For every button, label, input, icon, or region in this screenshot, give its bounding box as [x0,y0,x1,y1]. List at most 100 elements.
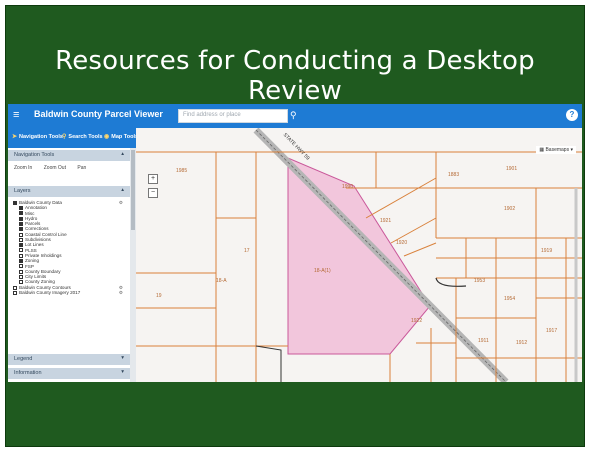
slide: Resources for Conducting a Desktop Revie… [5,5,585,447]
layer-label: FSP [25,263,34,269]
panel-information[interactable]: Information ▾ [8,368,130,379]
app-titlebar: ≡ Baldwin County Parcel Viewer Find addr… [8,104,582,128]
layer-checkbox[interactable] [19,243,23,248]
parcel-label: 1883 [448,172,460,178]
layer-label: Lot Lines [25,242,44,248]
layer-checkbox[interactable] [19,269,23,274]
layer-checkbox[interactable] [19,232,23,237]
sidebar: Navigation Tools ▴ Zoom In Zoom Out Pan L… [8,148,131,382]
layer-checkbox[interactable] [19,206,23,211]
layer-label: Baldwin County Contours [19,284,71,290]
parcel-label: 17 [244,248,250,254]
panel-label: Navigation Tools [14,152,55,158]
parcel-label: 18-A(1) [314,268,331,274]
parcel-label: 1920 [396,240,408,246]
app-title: Baldwin County Parcel Viewer [34,109,163,119]
parcel-label: 1912 [516,340,528,346]
layer-label: Zoning [25,258,40,264]
zoom-in-button[interactable]: + [148,174,158,184]
parcel-label: 1919 [541,248,553,254]
layer-label: Private Inholdings [25,252,62,258]
help-icon[interactable]: ? [566,109,578,121]
basemap-icon: ▦ [539,147,545,153]
nav-tools-row: Zoom In Zoom Out Pan [14,165,96,171]
map-icon: ◉ [104,134,110,140]
layer-label: Annotation [25,205,47,211]
parcel-label: 1921 [380,218,392,224]
map-tools-button[interactable]: ◉ Map Tools [104,133,138,140]
gear-icon[interactable]: ⚙ [119,290,123,295]
panel-layers[interactable]: Layers ▴ [8,186,130,197]
layer-label: PLSS [25,247,37,253]
parcel-label: 18-A [216,278,227,284]
parcel-label: 1917 [546,328,558,334]
slide-footer-band [8,382,582,446]
layer-label: County Boundary [25,268,61,274]
layer-checkbox[interactable] [19,280,23,285]
zoom-out-tool[interactable]: Zoom Out [44,165,66,171]
parcel-label: 1922 [411,318,423,324]
layer-checkbox[interactable] [19,253,23,258]
map-tools-label: Map Tools [111,134,139,140]
layer-label: Hydro [25,215,38,221]
zoom-out-button[interactable]: − [148,188,158,198]
navigation-tools-label: Navigation Tools [19,134,63,140]
layer-checkbox[interactable] [19,221,23,226]
layer-checkbox[interactable] [19,227,23,232]
tool-bar: ➤ Navigation Tools ⚲ Search Tools ◉ Map Too… [8,128,142,148]
layer-checkbox[interactable] [19,274,23,279]
chevron-down-icon: ▾ [121,355,124,361]
panel-label: Information [14,370,42,376]
parcel-label: 1953 [474,278,486,284]
layer-label: County Zoning [25,279,55,285]
slide-title: Resources for Conducting a Desktop Revie… [55,46,535,106]
zoom-in-tool[interactable]: Zoom In [14,165,32,171]
panel-label: Layers [14,188,31,194]
parcel-viewer-screenshot: ≡ Baldwin County Parcel Viewer Find addr… [8,104,582,382]
scroll-thumb[interactable] [131,150,135,230]
search-tools-button[interactable]: ⚲ Search Tools [62,133,103,140]
layer-label: Parcels [25,221,41,227]
layer-checkbox[interactable] [19,216,23,221]
chevron-down-icon: ▾ [121,369,124,375]
magnify-icon: ⚲ [62,134,67,140]
layer-list: Baldwin County Data ⚙ Annotation Misc Hydro P… [13,200,127,295]
layer-checkbox[interactable] [19,237,23,242]
parcel-label: 1901 [506,166,518,172]
layer-checkbox[interactable] [19,211,23,216]
compass-icon: ➤ [12,134,18,140]
menu-icon[interactable]: ≡ [13,109,23,121]
layer-checkbox[interactable] [13,200,17,205]
layer-checkbox[interactable] [13,290,17,295]
search-icon[interactable]: ⚲ [290,110,302,122]
chevron-up-icon: ▴ [121,151,124,157]
layer-checkbox[interactable] [19,259,23,264]
search-input[interactable]: Find address or place [178,109,288,123]
layer-label: Subdivisions [25,237,51,243]
navigation-tools-button[interactable]: ➤ Navigation Tools [12,133,63,140]
layer-label: Corrections [25,226,49,232]
layer-label: City Limits [25,274,47,280]
basemap-label: Basemaps [545,147,570,153]
map-view[interactable]: + − ▦ Basemaps ▾ 1985 17 19 18-A 18-A(1) 1990… [136,128,582,382]
parcel-label: 1985 [176,168,188,174]
panel-navigation-tools[interactable]: Navigation Tools ▴ [8,150,130,161]
parcel-label: 1954 [504,296,516,302]
panel-label: Legend [14,356,33,362]
search-placeholder: Find address or place [183,112,241,118]
layer-checkbox[interactable] [13,285,17,290]
layer-label: Baldwin County Data [19,200,62,205]
parcel-label: 19 [156,293,162,299]
layer-checkbox[interactable] [19,248,23,253]
pan-tool[interactable]: Pan [77,165,86,171]
chevron-up-icon: ▴ [121,187,124,193]
parcel-label: 1911 [478,338,489,344]
parcel-label: 1902 [504,206,516,212]
layer-label: Baldwin County Imagery 2017 [19,290,81,296]
layer-item[interactable]: Baldwin County Imagery 2017 ⚙ [13,290,127,295]
panel-legend[interactable]: Legend ▾ [8,354,130,365]
layer-checkbox[interactable] [19,264,23,269]
search-tools-label: Search Tools [68,134,103,140]
basemap-button[interactable]: ▦ Basemaps ▾ [536,146,576,154]
layer-label: Coastal Control Line [25,231,67,237]
